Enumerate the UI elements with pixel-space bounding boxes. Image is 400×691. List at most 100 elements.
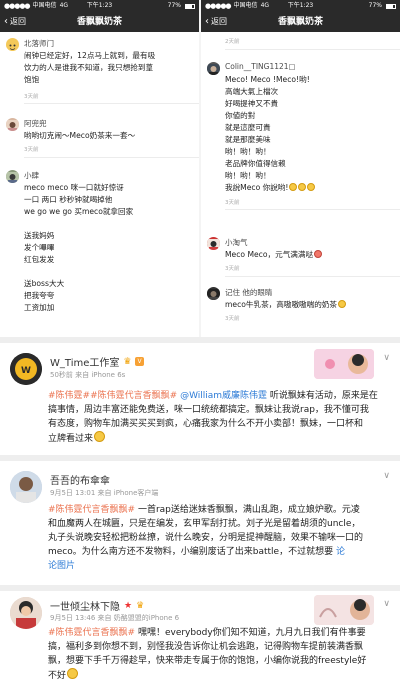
chevron-down-icon[interactable]: ∨ — [383, 353, 390, 363]
comment-line: 送我妈妈 — [24, 231, 55, 240]
comment-time: 3天前 — [225, 316, 240, 322]
weibo-post[interactable]: W W_Time工作室 ♛ V 50秒前 来自 iPhone 6s ∨ #陈伟霆… — [0, 343, 400, 455]
post-author[interactable]: 一世倾尘林下隐 ★ ♛ — [50, 598, 145, 614]
top-screenshots: ●●●●● 中国电信 4G 下午1:23 77% ‹ 返回 香飘飘奶茶 北落师门 闹钟… — [0, 0, 400, 337]
divider — [225, 49, 400, 50]
username[interactable]: 记住 他的眼睛 — [225, 287, 272, 298]
comment-line: we go we go 买meco就拿回家 — [24, 207, 134, 216]
comment-time: 3天前 — [24, 94, 39, 100]
comment-line: 饱饱 — [24, 75, 40, 84]
comment-text: 闹钟已经定好，12点马上就到，最有吸 饮力的人是谁我不知道，我只想抢到葟 饱饱 — [24, 50, 193, 86]
smile-emoji-icon — [289, 183, 298, 191]
status-bar: ●●●●● 中国电信 4G 下午1:23 77% — [201, 0, 400, 12]
text-span: 一首rap送给迷妹香飘飘，满山乱跑，成立娘炉歌。元凌 — [135, 505, 360, 515]
comment-line: 我說Meco 你說哟! — [225, 183, 289, 192]
avatar[interactable] — [6, 118, 19, 131]
photo-link[interactable]: 论图片 — [48, 559, 390, 573]
star-icon: ★ — [124, 600, 133, 611]
post-line: 不好 — [48, 668, 390, 683]
nav-title: 香飘飘奶茶 — [277, 17, 323, 27]
comment-item[interactable]: Colin__TING1121▢ Meco! Meco !Meco!哟! 高端大… — [201, 58, 400, 228]
divider — [24, 157, 199, 158]
divider — [225, 209, 400, 210]
post-line: 立牌看过来 — [48, 431, 390, 446]
post-line: 和血魔两人在城匾，只是在编发，玄甲军刮打扰。刘子光是留着胡须的uncle， — [48, 519, 361, 529]
avatar[interactable] — [207, 62, 220, 75]
comment-line: 就是這麼可貴 — [225, 123, 271, 132]
comment-line: 发个嗶嗶 — [24, 243, 55, 252]
comment-line: meco meco 咪一口就好惊讶 — [24, 183, 124, 192]
topic-link[interactable]: #陈伟霆代言香飘飘# — [48, 628, 135, 638]
nav-bar: ‹ 返回 香飘飘奶茶 — [201, 12, 400, 32]
nav-bar: ‹ 返回 香飘飘奶茶 — [0, 12, 199, 32]
comment-line: 好喝提神又不貴 — [225, 99, 279, 108]
comment-line: 一口 两口 秒秒钟就喝掉他 — [24, 195, 113, 204]
avatar[interactable] — [207, 237, 220, 250]
post-author[interactable]: 吾吾的布傘傘 — [50, 472, 110, 487]
weibo-post[interactable]: 一世倾尘林下隐 ★ ♛ 9月5日 13:46 来自 奶酪盟盟的iPhone 6 … — [0, 591, 400, 691]
comment-item[interactable]: 记住 他的眼睛 meco牛乳茶，高嗷嗷嗷喘的奶茶 3天前 — [201, 283, 400, 337]
comment-text: Meco! Meco !Meco!哟! 高端大氣上檔次 好喝提神又不貴 你値的對… — [225, 74, 394, 194]
crown-icon: ♛ — [123, 356, 132, 367]
post-line: 搞，福利多到你想不到，别怪我没告诉你让机会逃跑，记得购物车提前装满香飘 — [48, 642, 364, 652]
comment-line: 就是那麼美味 — [225, 135, 271, 144]
smile-emoji-icon — [67, 668, 79, 679]
comment-time: 3天前 — [225, 200, 240, 206]
text-span: 立牌看过来 — [48, 434, 94, 444]
comment-line: Meco! Meco !Meco!哟! — [225, 75, 310, 84]
avatar[interactable]: W — [10, 353, 42, 385]
post-meta: 50秒前 来自 iPhone 6s — [50, 371, 126, 379]
crown-icon: ♛ — [136, 600, 145, 611]
avatar[interactable] — [207, 287, 220, 300]
right-phone-screen: ●●●●● 中国电信 4G 下午1:23 77% ‹ 返回 香飘飘奶茶 2天前 Col… — [201, 0, 400, 337]
topic-link[interactable]: #陈伟霆代言香飘飘# — [90, 391, 177, 401]
smile-emoji-icon — [298, 183, 307, 191]
text-span: 不好 — [48, 671, 67, 681]
author-name[interactable]: W_Time工作室 — [50, 354, 119, 369]
comment-time: 2天前 — [225, 39, 240, 45]
post-text: #陈伟霆代言香飘飘# 嘿嘿！everybody你们知不知道，九月九日我们有件事要… — [48, 626, 390, 683]
username[interactable]: 小淘气 — [225, 237, 248, 248]
author-name[interactable]: 吾吾的布傘傘 — [50, 472, 110, 487]
comment-line: 工资加加 — [24, 303, 55, 312]
comment-text: Meco Meco，元气满满哒 — [225, 249, 394, 261]
battery-percent: 77% — [167, 2, 181, 9]
username[interactable]: 阿兜兜 — [24, 118, 47, 129]
battery-percent: 77% — [368, 2, 382, 9]
avatar[interactable] — [6, 38, 19, 51]
username[interactable]: 小肆 — [24, 170, 39, 181]
username[interactable]: Colin__TING1121▢ — [225, 62, 296, 71]
chevron-down-icon[interactable]: ∨ — [383, 471, 390, 481]
post-author[interactable]: W_Time工作室 ♛ V — [50, 354, 144, 369]
comment-item[interactable]: 小肆 meco meco 咪一口就好惊讶 一口 两口 秒秒钟就喝掉他 we go… — [0, 164, 199, 337]
comment-item[interactable]: 阿兜兜 哟哟切克闹～Meco奶茶来一套～ 3天前 — [0, 112, 199, 158]
topic-link[interactable]: #陈伟霆代言香飘飘# — [48, 505, 135, 515]
photo-link[interactable]: 论 — [333, 547, 345, 557]
svg-text:W: W — [21, 366, 31, 376]
comment-time: 3天前 — [225, 266, 240, 272]
comment-line: 送boss大大 — [24, 279, 65, 288]
chevron-down-icon[interactable]: ∨ — [383, 599, 390, 609]
post-line: 搞事情，周边丰富还能免费送，咪一口统统都搞定。飘妹让我说rap，我不懂可我 — [48, 405, 369, 415]
nav-title: 香飘飘奶茶 — [76, 17, 122, 27]
avatar[interactable] — [10, 471, 42, 503]
avatar[interactable] — [6, 170, 19, 183]
smile-emoji-icon — [307, 183, 316, 191]
comment-line: 哟哟切克闹～Meco奶茶来一套～ — [24, 131, 136, 140]
mention-link[interactable]: @William威廉陈伟霆 — [180, 391, 267, 401]
topic-link[interactable]: #陈伟霆# — [48, 391, 90, 401]
weibo-post[interactable]: 吾吾的布傘傘 9月5日 13:01 来自 iPhone客户端 ∨ #陈伟霆代言香… — [0, 461, 400, 585]
author-name[interactable]: 一世倾尘林下隐 — [50, 598, 120, 613]
post-line: #陈伟霆代言香飘飘# 一首rap送给迷妹香飘飘，满山乱跑，成立娘炉歌。元凌 — [48, 503, 390, 517]
comment-item[interactable]: 小淘气 Meco Meco，元气满满哒 3天前 — [201, 233, 400, 283]
status-bar: ●●●●● 中国电信 4G 下午1:23 77% — [0, 0, 199, 12]
comment-item[interactable]: 北落师门 闹钟已经定好，12点马上就到，最有吸 饮力的人是谁我不知道，我只想抢到… — [0, 32, 199, 104]
comment-text: meco meco 咪一口就好惊讶 一口 两口 秒秒钟就喝掉他 we go we… — [24, 182, 193, 314]
username[interactable]: 北落师门 — [24, 38, 54, 49]
comment-text: meco牛乳茶，高嗷嗷嗷喘的奶茶 — [225, 299, 394, 311]
avatar[interactable] — [10, 597, 42, 629]
comment-line: 闹钟已经定好，12点马上就到，最有吸 — [24, 51, 156, 60]
comment-text: 哟哟切克闹～Meco奶茶来一套～ — [24, 130, 193, 142]
